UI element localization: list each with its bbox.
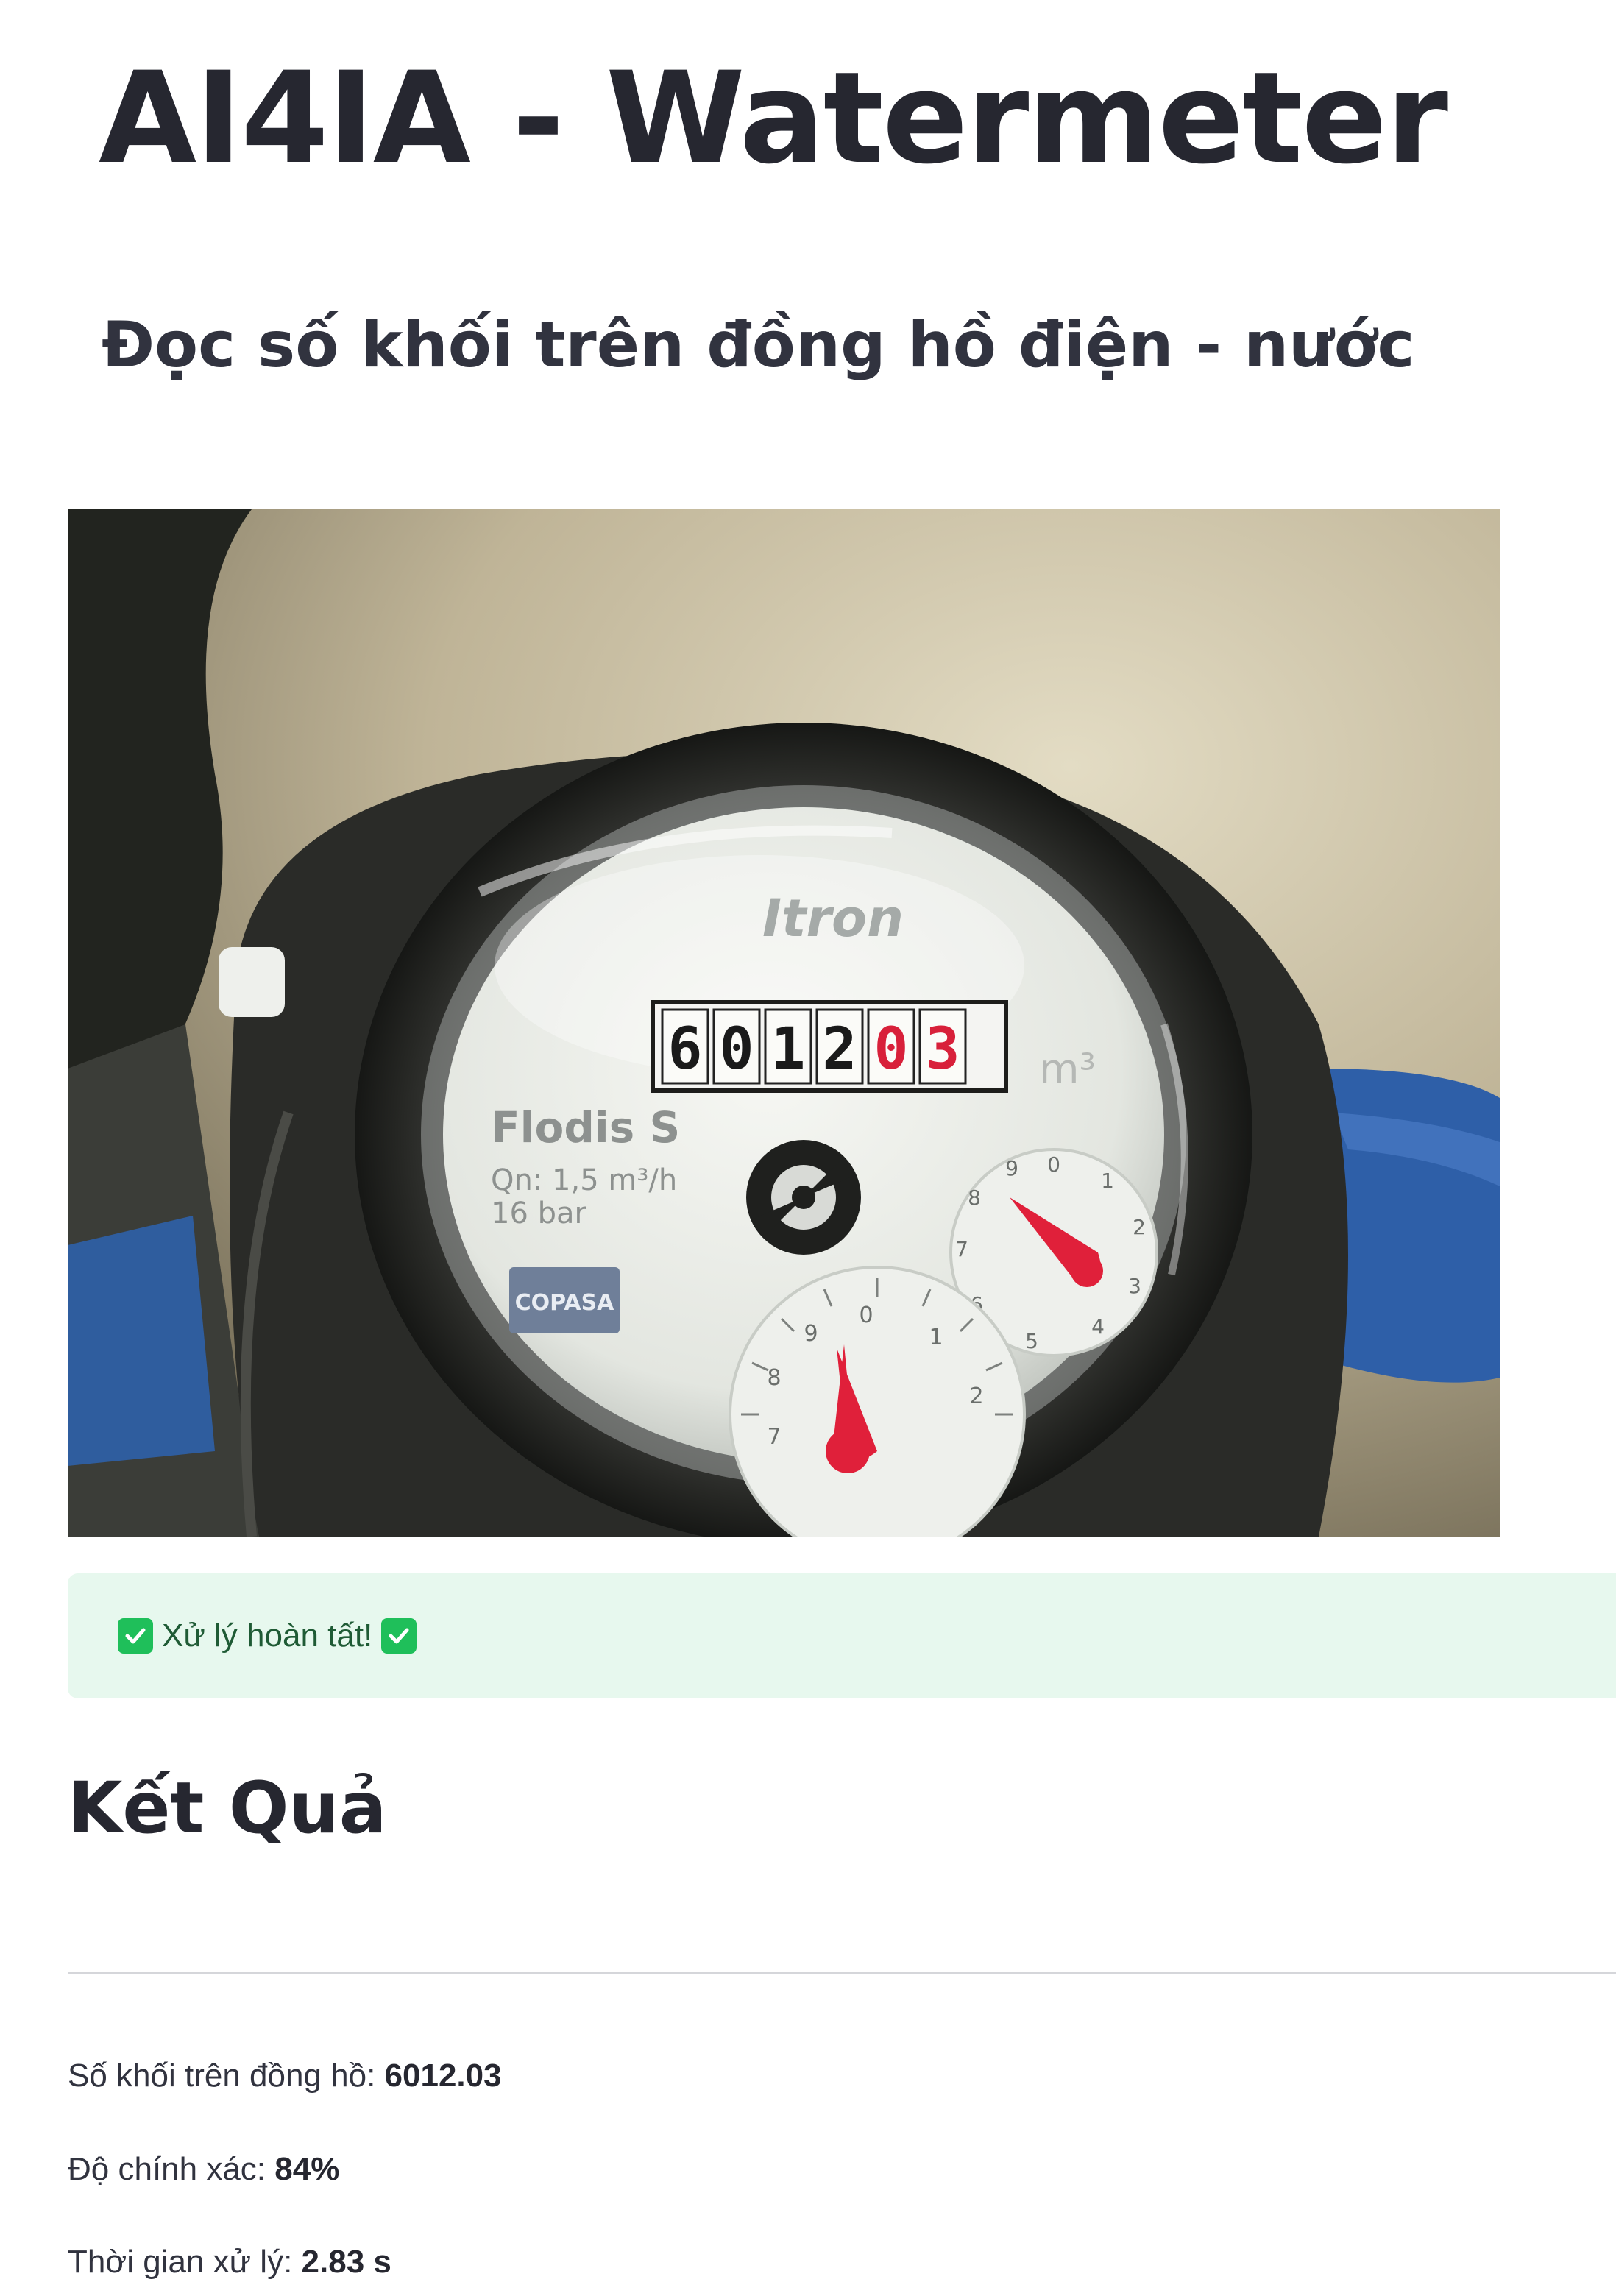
svg-text:4: 4 bbox=[1091, 1314, 1105, 1339]
results-heading: Kết Quả bbox=[68, 1767, 387, 1849]
alert-message: Xử lý hoàn tất! bbox=[162, 1618, 373, 1654]
check-box-icon bbox=[118, 1618, 153, 1654]
svg-text:1: 1 bbox=[771, 1016, 806, 1083]
success-alert: Xử lý hoàn tất! bbox=[68, 1573, 1616, 1698]
svg-text:0: 0 bbox=[1047, 1152, 1060, 1177]
check-box-icon bbox=[381, 1618, 417, 1654]
svg-text:Qn: 1,5 m³/h: Qn: 1,5 m³/h bbox=[491, 1163, 677, 1197]
svg-text:7: 7 bbox=[767, 1424, 781, 1450]
svg-text:3: 3 bbox=[926, 1016, 960, 1083]
processing-time-row: Thời gian xử lý: 2.83 s bbox=[68, 2243, 391, 2282]
svg-text:2: 2 bbox=[1133, 1215, 1146, 1239]
accuracy-label: Độ chính xác: bbox=[68, 2151, 266, 2187]
svg-text:0: 0 bbox=[720, 1016, 754, 1083]
svg-text:0: 0 bbox=[859, 1303, 873, 1328]
svg-text:16 bar: 16 bar bbox=[491, 1197, 587, 1230]
watermeter-photo: Itron 6 0 1 2 0 3 m³ Flodis S Qn: 1,5 m³… bbox=[68, 509, 1500, 1537]
svg-text:0: 0 bbox=[874, 1016, 909, 1083]
svg-text:6: 6 bbox=[668, 1016, 703, 1083]
svg-text:8: 8 bbox=[767, 1365, 781, 1391]
svg-text:3: 3 bbox=[1128, 1274, 1141, 1298]
processing-time-value: 2.83 s bbox=[301, 2244, 391, 2280]
reading-value: 6012.03 bbox=[384, 2058, 502, 2094]
svg-text:COPASA: COPASA bbox=[515, 1290, 615, 1316]
reading-label: Số khối trên đồng hồ: bbox=[68, 2058, 376, 2094]
processing-time-label: Thời gian xử lý: bbox=[68, 2244, 293, 2280]
svg-text:5: 5 bbox=[1025, 1329, 1038, 1353]
svg-text:m³: m³ bbox=[1039, 1046, 1096, 1094]
svg-text:2: 2 bbox=[969, 1383, 983, 1409]
svg-text:Flodis S: Flodis S bbox=[491, 1102, 680, 1152]
svg-text:Itron: Itron bbox=[762, 888, 904, 949]
svg-text:1: 1 bbox=[1101, 1169, 1114, 1193]
svg-text:7: 7 bbox=[955, 1237, 968, 1261]
divider bbox=[68, 1972, 1616, 1974]
page-subtitle: Đọc số khối trên đồng hồ điện - nước bbox=[102, 308, 1415, 382]
accuracy-value: 84% bbox=[274, 2151, 340, 2187]
svg-text:1: 1 bbox=[929, 1325, 943, 1350]
svg-text:9: 9 bbox=[804, 1321, 818, 1347]
svg-text:8: 8 bbox=[968, 1186, 981, 1210]
reading-row: Số khối trên đồng hồ: 6012.03 bbox=[68, 2057, 502, 2096]
svg-text:9: 9 bbox=[1005, 1156, 1018, 1180]
svg-text:2: 2 bbox=[823, 1016, 857, 1083]
page-title: AI4IA - Watermeter bbox=[99, 44, 1448, 192]
accuracy-row: Độ chính xác: 84% bbox=[68, 2150, 339, 2189]
